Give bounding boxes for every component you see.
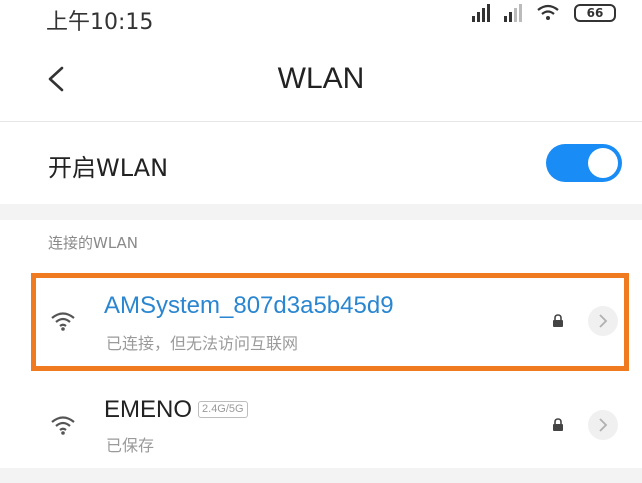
connected-section-header: 连接的WLAN <box>48 234 139 252</box>
network-detail-button[interactable] <box>588 410 618 440</box>
page-title: WLAN <box>277 62 365 95</box>
band-tag: 2.4G/5G <box>198 401 248 418</box>
signal-icon <box>504 4 522 22</box>
status-bar: 上午10:15 66 <box>0 0 642 35</box>
network-name-text: EMENO <box>104 396 193 423</box>
bottom-separator <box>0 468 642 483</box>
wlan-settings-screen: 上午10:15 66 WLAN 开启WLAN 连接的WLAN AMSystem_… <box>0 0 642 483</box>
status-time: 上午10:15 <box>46 10 154 35</box>
signal-icon <box>472 4 490 22</box>
lock-icon <box>553 418 563 431</box>
network-status: 已保存 <box>106 436 155 455</box>
status-icons: 66 <box>472 4 616 22</box>
wlan-toggle-row[interactable]: 开启WLAN <box>0 122 642 204</box>
section-separator <box>0 204 642 220</box>
toggle-knob <box>588 148 618 178</box>
network-name: EMENO 2.4G/5G <box>104 396 248 424</box>
wlan-toggle-label: 开启WLAN <box>48 154 169 182</box>
wlan-toggle-switch[interactable] <box>546 144 622 182</box>
highlight-box <box>31 273 629 371</box>
chevron-right-icon <box>599 418 608 432</box>
title-bar: WLAN <box>0 34 642 120</box>
wifi-status-icon <box>537 4 559 20</box>
battery-icon: 66 <box>574 4 616 22</box>
wifi-icon <box>51 416 75 435</box>
network-row-saved[interactable]: EMENO 2.4G/5G 已保存 <box>0 380 642 466</box>
